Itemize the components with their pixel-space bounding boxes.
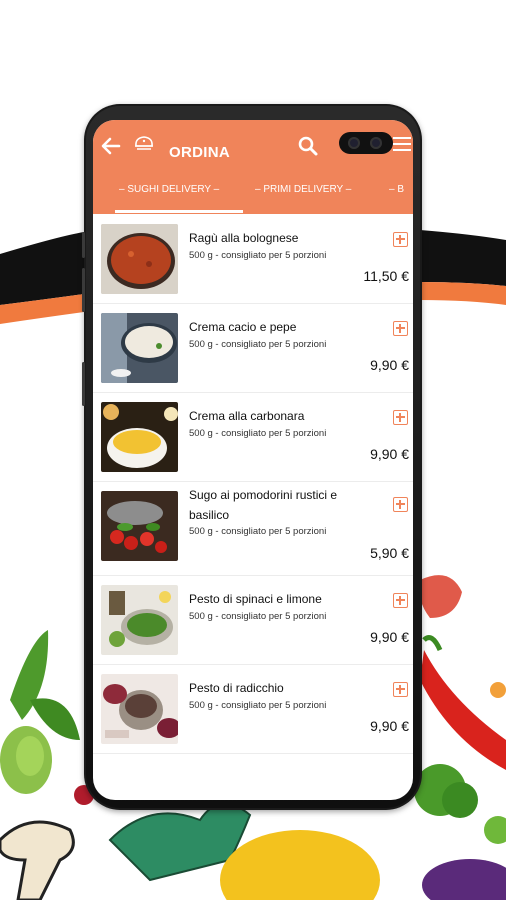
product-price: 5,90 €	[370, 545, 409, 561]
black-stripe	[0, 232, 84, 305]
list-item[interactable]: Pesto di spinaci e limone 500 g - consig…	[93, 575, 413, 665]
category-tabs: – SUGHI DELIVERY – – PRIMI DELIVERY – – …	[93, 176, 413, 214]
pineapple	[220, 830, 380, 900]
product-description: 500 g - consigliato per 5 porzioni	[189, 526, 327, 537]
product-image	[101, 313, 178, 383]
tab-next[interactable]: – B	[389, 184, 404, 195]
list-item[interactable]: Crema alla carbonara 500 g - consigliato…	[93, 392, 413, 482]
product-description: 500 g - consigliato per 5 porzioni	[189, 250, 327, 261]
chili	[420, 650, 506, 770]
phone-screen: ORDINA – SUGHI DELIVERY – – PRIMI DELIVE…	[93, 120, 413, 800]
list-item[interactable]: Ragù alla bolognese 500 g - consigliato …	[93, 214, 413, 304]
front-camera	[339, 132, 393, 154]
page-title: ORDINA	[169, 144, 230, 161]
logo-icon	[135, 136, 153, 150]
product-image	[101, 674, 178, 744]
tab-primi-delivery[interactable]: – PRIMI DELIVERY –	[255, 184, 351, 195]
product-name: Crema cacio e pepe	[189, 320, 297, 334]
volume-button	[82, 268, 85, 312]
product-name: Sugo ai pomodorini rustici e basilico	[189, 488, 338, 522]
product-image	[101, 491, 178, 561]
product-description: 500 g - consigliato per 5 porzioni	[189, 428, 327, 439]
list-item[interactable]: Pesto di radicchio 500 g - consigliato p…	[93, 664, 413, 754]
add-icon[interactable]	[393, 497, 408, 512]
product-description: 500 g - consigliato per 5 porzioni	[189, 700, 327, 711]
orange-stripe-right	[420, 282, 506, 305]
product-name: Crema alla carbonara	[189, 409, 305, 423]
product-image	[101, 224, 178, 294]
add-icon[interactable]	[393, 232, 408, 247]
tab-sughi-delivery[interactable]: – SUGHI DELIVERY –	[119, 184, 219, 195]
black-stripe-right	[420, 230, 506, 286]
list-item[interactable]: Sugo ai pomodorini rustici e basilico 50…	[93, 481, 413, 576]
add-icon[interactable]	[393, 410, 408, 425]
product-price: 9,90 €	[370, 718, 409, 734]
product-price: 9,90 €	[370, 446, 409, 462]
eggplant	[422, 859, 506, 900]
volume-button	[82, 232, 85, 258]
mushroom	[0, 820, 75, 900]
product-description: 500 g - consigliato per 5 porzioni	[189, 611, 327, 622]
product-name: Pesto di spinaci e limone	[189, 592, 322, 606]
add-icon[interactable]	[393, 593, 408, 608]
ham	[419, 575, 462, 618]
list-item[interactable]: Crema cacio e pepe 500 g - consigliato p…	[93, 303, 413, 393]
active-tab-indicator	[115, 210, 243, 213]
add-icon[interactable]	[393, 321, 408, 336]
search-icon[interactable]	[297, 135, 319, 157]
product-name: Pesto di radicchio	[189, 681, 284, 695]
product-price: 9,90 €	[370, 629, 409, 645]
product-description: 500 g - consigliato per 5 porzioni	[189, 339, 327, 350]
add-icon[interactable]	[393, 682, 408, 697]
back-arrow-icon[interactable]	[99, 134, 123, 158]
product-image	[101, 585, 178, 655]
product-name: Ragù alla bolognese	[189, 231, 299, 245]
product-price: 11,50 €	[363, 268, 409, 284]
menu-icon[interactable]	[393, 137, 411, 151]
product-price: 9,90 €	[370, 357, 409, 373]
power-button	[82, 362, 85, 406]
lime	[484, 816, 506, 844]
app-bar: ORDINA – SUGHI DELIVERY – – PRIMI DELIVE…	[93, 120, 413, 214]
product-image	[101, 402, 178, 472]
